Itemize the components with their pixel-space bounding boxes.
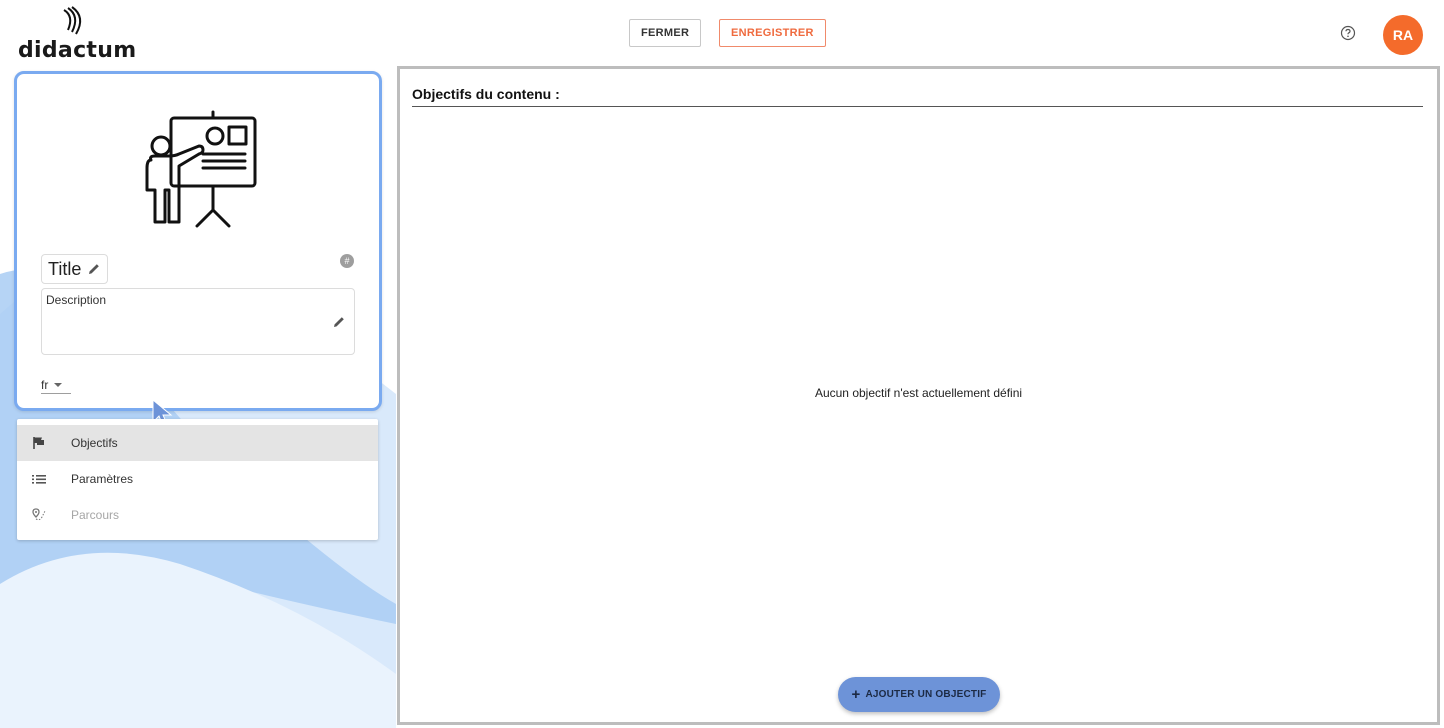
add-objective-label: AJOUTER UN OBJECTIF	[865, 689, 987, 700]
sidebar-item-parametres[interactable]: Paramètres	[17, 461, 378, 497]
objectives-panel: Objectifs du contenu : Aucun objectif n'…	[397, 66, 1440, 725]
logo-mark-icon	[63, 6, 82, 35]
sidebar-item-label: Paramètres	[71, 472, 134, 486]
flag-icon	[33, 437, 44, 449]
title-text: Title	[48, 258, 82, 279]
add-objective-button[interactable]: + AJOUTER UN OBJECTIF	[838, 677, 1000, 712]
sidebar-item-objectifs[interactable]: Objectifs	[17, 425, 378, 461]
close-button[interactable]: FERMER	[629, 19, 702, 47]
language-select[interactable]: fr	[41, 376, 71, 394]
language-value: fr	[41, 377, 49, 392]
content-card[interactable]: Title # Description fr	[14, 71, 382, 411]
sidebar-nav: Objectifs Paramètres Parcours	[17, 419, 378, 540]
presentation-teacher-icon	[145, 110, 257, 228]
route-icon	[32, 508, 46, 521]
save-button[interactable]: ENREGISTRER	[719, 19, 826, 47]
sidebar-item-label: Objectifs	[71, 436, 118, 450]
top-bar: didactum FERMER ENREGISTRER RA	[0, 0, 1444, 64]
empty-state-message: Aucun objectif n'est actuellement défini	[814, 386, 1023, 400]
title-field[interactable]: Title	[41, 254, 109, 284]
sidebar-item-parcours[interactable]: Parcours	[17, 497, 378, 533]
chevron-down-icon	[54, 382, 63, 387]
description-field[interactable]: Description	[41, 288, 355, 355]
help-icon[interactable]	[1340, 25, 1356, 41]
user-avatar[interactable]: RA	[1383, 15, 1423, 55]
sidebar-item-label: Parcours	[71, 508, 120, 522]
section-divider	[412, 106, 1423, 107]
content-id-badge[interactable]: #	[340, 254, 354, 268]
didactum-logo[interactable]: didactum	[18, 6, 136, 63]
section-title: Objectifs du contenu :	[412, 86, 560, 102]
description-label: Description	[46, 293, 107, 307]
logo-text: didactum	[18, 38, 137, 63]
plus-icon: +	[851, 686, 861, 703]
edit-pencil-icon[interactable]	[332, 315, 346, 329]
edit-pencil-icon[interactable]	[87, 262, 101, 276]
list-icon	[32, 475, 46, 484]
